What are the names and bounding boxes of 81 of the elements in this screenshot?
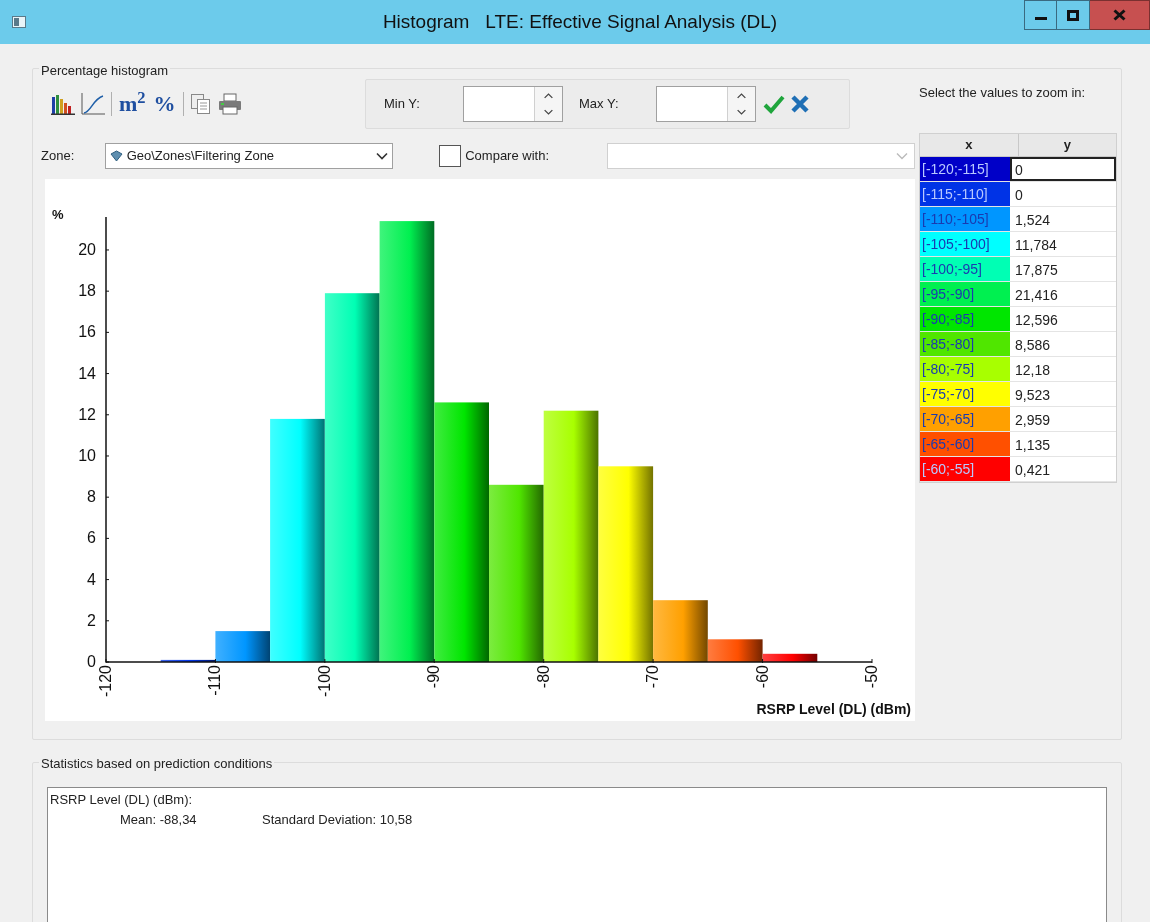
range-cell: [-85;-80] [920, 331, 1010, 356]
value-cell[interactable]: 11,784 [1010, 231, 1116, 256]
range-cell: [-110;-105] [920, 206, 1010, 231]
range-cell: [-95;-90] [920, 281, 1010, 306]
value-cell[interactable]: 0 [1010, 156, 1116, 181]
y-tick-label: 14 [78, 364, 96, 382]
y-axis-title: % [52, 207, 64, 222]
min-y-spinbox[interactable] [463, 86, 563, 122]
toolbar-button[interactable]: % [152, 93, 177, 115]
checkmark-icon[interactable] [763, 94, 785, 114]
copy-icon[interactable] [189, 93, 212, 115]
window-title: Histogram LTE: Effective Signal Analysis (DL) [381, 9, 779, 34]
x-axis-title: RSRP Level (DL) (dBm) [756, 701, 911, 717]
value-cell[interactable]: 2,959 [1010, 406, 1116, 431]
maximize-button[interactable] [1057, 0, 1090, 30]
close-icon [1113, 9, 1126, 21]
statistic-text: Mean: -88,34 [120, 810, 198, 829]
y-tick-label: 18 [78, 282, 96, 300]
value-cell[interactable]: 1,524 [1010, 206, 1116, 231]
value-cell[interactable]: 17,875 [1010, 256, 1116, 281]
y-tick-label: 6 [87, 529, 96, 547]
range-cell: [-105;-100] [920, 231, 1010, 256]
x-tick-label: -110 [206, 665, 224, 696]
x-tick-label: -80 [534, 665, 552, 689]
value-cell[interactable]: 0 [1010, 181, 1116, 206]
y-tick-label: 10 [78, 447, 96, 464]
y-tick-label: 0 [87, 653, 96, 670]
zone-dropdown[interactable]: Geo\Zones\Filtering Zone [104, 143, 394, 169]
value-cell[interactable]: 21,416 [1010, 281, 1116, 306]
minimize-button[interactable] [1024, 0, 1057, 30]
minimize-icon [1034, 17, 1047, 20]
y-tick-label: 16 [78, 323, 96, 341]
column-header: x [920, 133, 1019, 156]
close-button[interactable] [1090, 0, 1150, 30]
value-cell[interactable]: 12,596 [1010, 306, 1116, 331]
field-label: Min Y: [384, 95, 421, 114]
range-cell: [-100;-95] [920, 256, 1010, 281]
maximize-icon [1067, 9, 1079, 21]
range-cell: [-75;-70] [920, 381, 1010, 406]
x-tick-label: -50 [863, 665, 880, 689]
x-tick-label: -100 [315, 665, 333, 698]
y-tick-label: 2 [87, 611, 96, 629]
y-tick-label: 20 [78, 240, 96, 258]
statistic-text: Standard Deviation: 10,58 [262, 810, 413, 829]
chevron-down-icon [896, 152, 909, 160]
zone-icon [109, 150, 123, 162]
checkbox-label: Compare with: [465, 147, 550, 166]
field-label: Max Y: [579, 95, 620, 114]
y-tick-label: 8 [87, 488, 96, 506]
toolbar-button[interactable]: m$^{2}$ [118, 93, 147, 115]
range-cell: [-70;-65] [920, 406, 1010, 431]
x-tick-label: -70 [644, 665, 662, 689]
x-tick-label: -120 [97, 665, 114, 698]
range-cell: [-65;-60] [920, 431, 1010, 456]
value-cell[interactable]: 0,421 [1010, 456, 1116, 481]
zoom-hint: Select the values to zoom in: [919, 84, 1087, 102]
range-cell: [-80;-75] [920, 356, 1010, 381]
value-cell[interactable]: 12,18 [1010, 356, 1116, 381]
x-tick-label: -90 [425, 665, 443, 689]
range-cell: [-115;-110] [920, 181, 1010, 206]
max-y-spinbox[interactable] [656, 86, 756, 122]
y-tick-label: 12 [78, 405, 96, 423]
bar-chart-icon[interactable] [51, 93, 75, 115]
value-cell[interactable]: 1,135 [1010, 431, 1116, 456]
cancel-icon[interactable] [790, 94, 810, 114]
curve-icon[interactable] [81, 93, 105, 115]
range-cell: [-120;-115] [920, 156, 1010, 181]
statistic-heading: RSRP Level (DL) (dBm): [50, 791, 194, 809]
range-cell: [-90;-85] [920, 306, 1010, 331]
y-tick-label: 4 [87, 570, 96, 588]
field-label: Zone: [41, 147, 76, 166]
column-header: y [1062, 135, 1072, 154]
chevron-down-icon [376, 152, 389, 160]
window-icon [12, 16, 26, 28]
range-cell: [-60;-55] [920, 456, 1010, 481]
checkbox[interactable] [439, 145, 462, 167]
value-cell[interactable]: 9,523 [1010, 381, 1116, 406]
x-tick-label: -60 [753, 665, 771, 689]
value-cell[interactable]: 8,586 [1010, 331, 1116, 356]
dropdown-value: Geo\Zones\Filtering Zone [126, 147, 276, 166]
printer-icon[interactable] [217, 93, 242, 115]
